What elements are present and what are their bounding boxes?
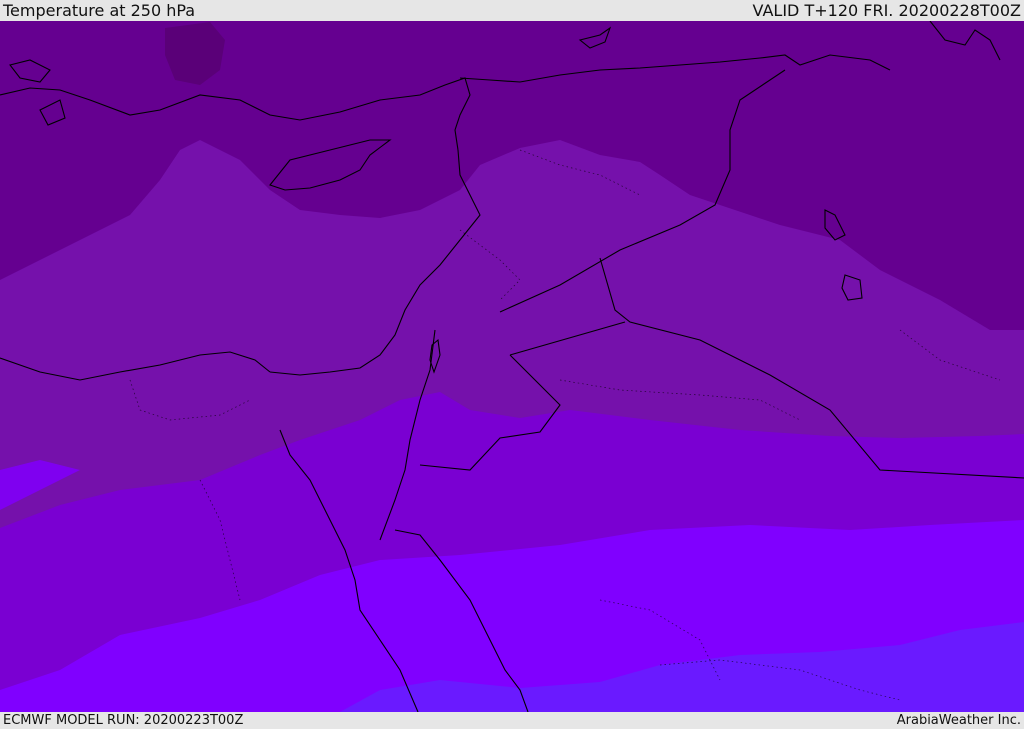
credit: ArabiaWeather Inc. (896, 713, 1021, 728)
map-title: Temperature at 250 hPa (3, 1, 196, 20)
weather-map (0, 21, 1024, 712)
model-run: ECMWF MODEL RUN: 20200223T00Z (3, 713, 244, 728)
valid-time: VALID T+120 FRI. 20200228T00Z (752, 1, 1021, 20)
map-header: Temperature at 250 hPa VALID T+120 FRI. … (0, 0, 1024, 21)
map-footer: ECMWF MODEL RUN: 20200223T00Z ArabiaWeat… (0, 712, 1024, 729)
